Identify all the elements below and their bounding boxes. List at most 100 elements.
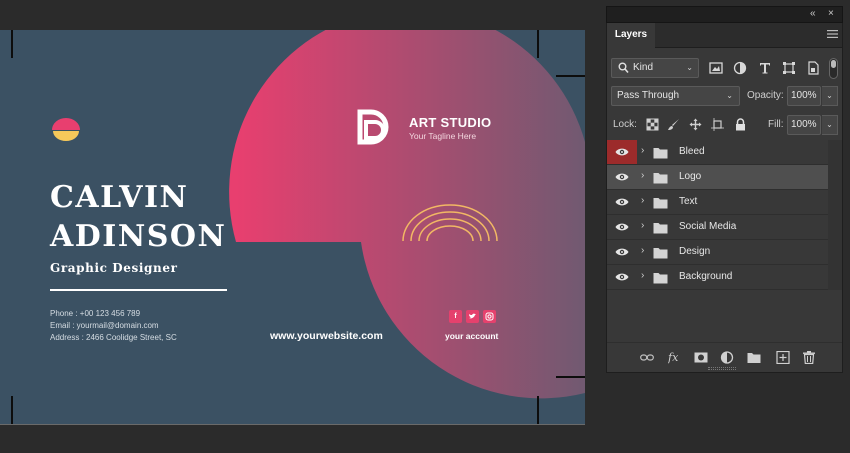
layer-row[interactable]: › Text — [607, 190, 828, 215]
studio-logo-icon — [357, 109, 389, 145]
delete-layer-icon[interactable] — [802, 351, 816, 364]
lock-image-pixels-icon[interactable] — [667, 118, 680, 131]
folder-icon — [653, 146, 668, 159]
website-text: www.yourwebsite.com — [270, 330, 383, 342]
account-text: your account — [445, 331, 499, 341]
crop-mark — [556, 75, 585, 77]
folder-icon — [653, 221, 668, 234]
contact-address: Address : 2466 Coolidge Street, SC — [50, 333, 177, 342]
visibility-eye-icon[interactable] — [607, 215, 637, 239]
shape-filter-icon[interactable] — [782, 61, 796, 75]
panel-footer: fx — [607, 342, 842, 370]
new-adjustment-layer-icon[interactable] — [720, 351, 734, 364]
tab-layers[interactable]: Layers — [607, 23, 655, 48]
layer-row[interactable]: › Bleed — [607, 140, 828, 165]
expand-group-chevron-icon[interactable]: › — [641, 170, 644, 181]
opacity-field[interactable]: 100% — [787, 86, 821, 106]
lock-position-icon[interactable] — [689, 118, 702, 131]
blend-mode-value: Pass Through — [617, 90, 680, 101]
expand-group-chevron-icon[interactable]: › — [641, 195, 644, 206]
filter-kind-label: Kind — [633, 62, 654, 73]
fill-label: Fill: — [768, 119, 784, 130]
instagram-icon — [483, 310, 496, 323]
layer-row[interactable]: › Design — [607, 240, 828, 265]
chevron-down-icon: ⌄ — [726, 91, 733, 100]
name-first: CALVIN — [50, 180, 189, 215]
name-last: ADINSON — [50, 219, 227, 254]
visibility-eye-icon[interactable] — [607, 165, 637, 189]
visibility-eye-icon[interactable] — [607, 240, 637, 264]
lock-all-icon[interactable] — [734, 118, 747, 131]
folder-icon — [653, 246, 668, 259]
visibility-eye-icon[interactable] — [607, 265, 637, 289]
fill-field[interactable]: 100% — [787, 115, 821, 135]
canvas-edge — [0, 424, 585, 425]
rainbow-arcs-icon — [402, 204, 498, 242]
layer-row[interactable]: › Background — [607, 265, 828, 290]
document-canvas[interactable]: CALVIN ADINSON Graphic Designer Phone : … — [0, 30, 585, 424]
studio-name: ART STUDIO — [409, 115, 492, 130]
folder-icon — [653, 171, 668, 184]
crop-mark — [556, 376, 585, 378]
visibility-eye-icon[interactable] — [607, 140, 637, 164]
expand-group-chevron-icon[interactable]: › — [641, 245, 644, 256]
crop-mark — [537, 30, 539, 58]
new-layer-icon[interactable] — [776, 351, 790, 364]
blend-mode-select[interactable]: Pass Through ⌄ — [611, 86, 740, 106]
smart-object-filter-icon[interactable] — [806, 61, 820, 75]
contact-phone: Phone : +00 123 456 789 — [50, 309, 141, 318]
title-divider — [50, 289, 227, 291]
crop-mark — [11, 396, 13, 424]
type-filter-icon[interactable] — [758, 61, 772, 75]
opacity-label: Opacity: — [747, 90, 784, 101]
expand-group-chevron-icon[interactable]: › — [641, 145, 644, 156]
close-panel-button[interactable]: × — [828, 8, 834, 20]
crop-mark — [537, 396, 539, 424]
photoshop-workspace: CALVIN ADINSON Graphic Designer Phone : … — [0, 0, 850, 453]
layer-name: Background — [679, 271, 733, 282]
layer-name: Bleed — [679, 146, 705, 157]
expand-group-chevron-icon[interactable]: › — [641, 220, 644, 231]
lock-label: Lock: — [613, 119, 637, 130]
pixel-filter-icon[interactable] — [709, 61, 723, 75]
studio-tagline: Your Tagline Here — [409, 131, 477, 141]
new-group-icon[interactable] — [747, 351, 761, 364]
layer-list: › Bleed › Logo › Text › Social Media › Design › Bac… — [607, 140, 828, 290]
svg-text:fx: fx — [668, 351, 679, 364]
chevron-down-icon: ⌄ — [686, 63, 693, 72]
layer-name: Design — [679, 246, 711, 257]
folder-icon — [653, 196, 668, 209]
layer-row[interactable]: › Social Media — [607, 215, 828, 240]
facebook-icon: f — [449, 310, 462, 323]
panel-menu-icon[interactable] — [827, 29, 838, 39]
folder-icon — [653, 271, 668, 284]
layers-panel: Layers Kind ⌄ Pass Through ⌄ Opacity: 10… — [606, 23, 843, 373]
lock-artboard-icon[interactable] — [711, 118, 724, 131]
filter-toggle-switch[interactable] — [829, 58, 838, 79]
layer-list-scrollbar[interactable] — [828, 140, 842, 290]
link-layers-icon[interactable] — [640, 351, 654, 364]
job-title: Graphic Designer — [50, 261, 178, 275]
visibility-eye-icon[interactable] — [607, 190, 637, 214]
layer-row[interactable]: › Logo — [607, 165, 828, 190]
adjustment-filter-icon[interactable] — [733, 61, 747, 75]
lock-transparent-pixels-icon[interactable] — [646, 118, 659, 131]
panel-title-bar[interactable] — [606, 6, 843, 23]
filter-kind-select[interactable]: Kind ⌄ — [611, 58, 699, 78]
fill-dropdown-button[interactable]: ⌄ — [822, 115, 838, 135]
layer-name: Social Media — [679, 221, 737, 232]
opacity-dropdown-button[interactable]: ⌄ — [822, 86, 838, 106]
layer-name: Text — [679, 196, 698, 207]
layer-style-fx-icon[interactable]: fx — [668, 351, 682, 364]
panel-resize-handle[interactable] — [708, 367, 736, 370]
half-circle-logo-icon — [52, 118, 80, 141]
twitter-icon — [466, 310, 479, 323]
search-icon — [618, 62, 629, 74]
expand-group-chevron-icon[interactable]: › — [641, 270, 644, 281]
add-mask-icon[interactable] — [694, 351, 708, 364]
contact-email: Email : yourmail@domain.com — [50, 321, 159, 330]
collapse-panel-button[interactable]: « — [810, 8, 816, 20]
layer-name: Logo — [679, 171, 702, 182]
crop-mark — [11, 30, 13, 58]
panel-tab-bar: Layers — [607, 23, 842, 48]
